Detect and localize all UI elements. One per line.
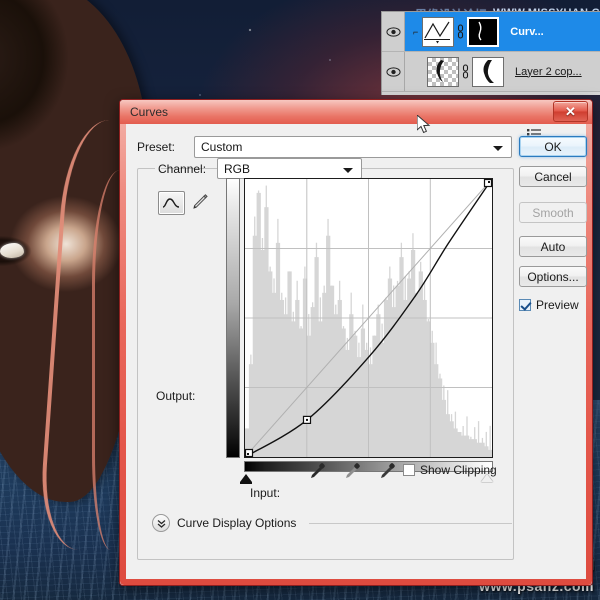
layer-mask-thumbnail[interactable]: [472, 56, 504, 87]
curve-plot-area[interactable]: [244, 178, 493, 458]
eye-shape: [0, 232, 38, 270]
eye-icon: [385, 26, 401, 37]
preview-label: Preview: [536, 298, 579, 312]
eyedropper-group: [308, 462, 397, 486]
curve-edit-icon: [162, 198, 180, 208]
show-clipping-label: Show Clipping: [420, 463, 497, 477]
set-black-point-eyedropper[interactable]: [308, 462, 327, 486]
layer-name-label: Layer 2 cop...: [515, 65, 582, 78]
close-button[interactable]: ✕: [553, 101, 588, 122]
preview-checkbox[interactable]: Preview: [519, 298, 579, 312]
curves-graph[interactable]: [226, 178, 493, 484]
curve-thumbnail-icon: [423, 17, 452, 44]
clipping-arrow-icon: ⌐: [413, 26, 419, 37]
curve-plot-svg: [245, 179, 492, 457]
checkbox-box: [519, 299, 531, 311]
link-layers-icon[interactable]: [462, 63, 469, 80]
eyedropper-icon: [346, 463, 360, 478]
eye-icon: [385, 66, 401, 77]
pencil-draw-tool-button[interactable]: [190, 192, 210, 212]
mask-content-icon: [473, 57, 501, 84]
channel-row: Channel: RGB: [155, 158, 362, 180]
preset-label: Preset:: [137, 140, 176, 154]
eyedropper-icon: [381, 463, 395, 478]
close-icon: ✕: [565, 104, 576, 119]
preset-row: Preset: Custom: [137, 136, 512, 158]
curves-dialog[interactable]: Curves ✕ Preset: Custom Channel: RGB Out…: [119, 99, 593, 586]
dialog-titlebar[interactable]: Curves ✕: [120, 100, 592, 124]
chevron-double-down-icon: [157, 519, 165, 528]
layers-panel[interactable]: ⌐ Curv... Layer 2 cop...: [381, 11, 600, 95]
divider: [309, 522, 512, 524]
channel-label: Channel:: [158, 162, 207, 176]
checkbox-box: [403, 464, 415, 476]
show-clipping-checkbox[interactable]: Show Clipping: [403, 463, 497, 477]
options-button[interactable]: Options...: [519, 266, 587, 287]
set-white-point-eyedropper[interactable]: [378, 462, 397, 486]
set-gray-point-eyedropper[interactable]: [343, 462, 362, 486]
input-label: Input:: [250, 486, 281, 500]
cancel-button[interactable]: Cancel: [519, 166, 587, 187]
mask-content-icon: [469, 18, 496, 43]
curve-edit-tool-button[interactable]: [158, 191, 185, 215]
layer-row[interactable]: Layer 2 cop...: [382, 52, 600, 92]
preset-value: Custom: [201, 140, 243, 154]
layer-row[interactable]: ⌐ Curv...: [382, 12, 600, 52]
layer-image-thumbnail[interactable]: [427, 56, 459, 87]
dialog-body: Preset: Custom Channel: RGB Output: Inpu…: [126, 124, 587, 579]
layer-thumbnails: Layer 2 cop...: [405, 56, 600, 87]
channel-dropdown[interactable]: RGB: [217, 158, 362, 179]
chevron-down-icon: [493, 146, 503, 151]
eyedropper-icon: [311, 463, 325, 478]
layer-thumbnails: ⌐ Curv...: [405, 16, 600, 47]
preset-dropdown[interactable]: Custom: [194, 136, 512, 158]
mouse-cursor: [416, 113, 431, 140]
layer-content-icon: [436, 59, 444, 82]
layer-name-label: Curv...: [510, 25, 544, 38]
channel-value: RGB: [224, 162, 251, 176]
dialog-title: Curves: [130, 105, 169, 119]
smooth-button: Smooth: [519, 202, 587, 223]
cursor-arrow-icon: [416, 113, 431, 134]
ok-button[interactable]: OK: [519, 136, 587, 157]
auto-button[interactable]: Auto: [519, 236, 587, 257]
layer-visibility-toggle[interactable]: [382, 52, 405, 91]
layer-visibility-toggle[interactable]: [382, 12, 405, 51]
link-layers-icon[interactable]: [457, 23, 464, 40]
expand-circle: [152, 514, 170, 532]
chevron-down-icon: [343, 168, 353, 173]
screenshot-canvas: 思缘设计论坛 WWW.MISSYUAN.COM PS爱好者教程网 www.psa…: [0, 0, 600, 600]
output-label: Output:: [156, 389, 196, 403]
output-gradient-bar: [226, 178, 240, 458]
curve-display-options-toggle[interactable]: Curve Display Options: [152, 514, 512, 532]
black-point-slider[interactable]: [240, 474, 252, 484]
layer-mask-thumbnail[interactable]: [467, 16, 500, 47]
curves-group-box: Channel: RGB Output: Input: Show Clippin…: [137, 158, 514, 560]
pencil-draw-icon: [193, 194, 208, 209]
adjustment-layer-thumbnail[interactable]: [422, 16, 455, 47]
curve-display-options-label: Curve Display Options: [177, 516, 297, 530]
